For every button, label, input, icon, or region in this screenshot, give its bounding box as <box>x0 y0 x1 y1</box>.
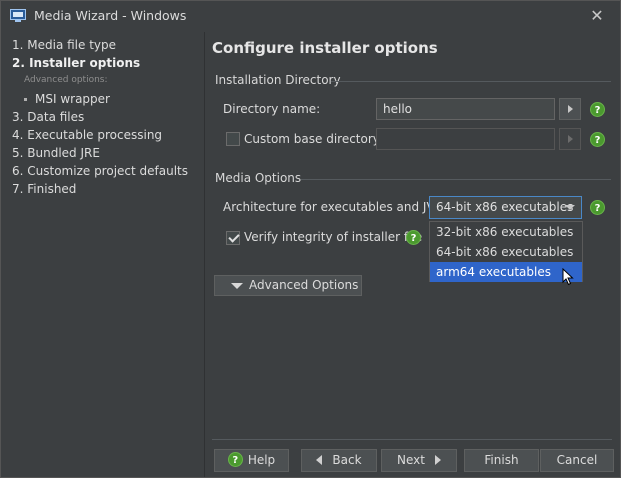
step-executable-processing[interactable]: 4. Executable processing <box>12 128 162 142</box>
arrow-left-icon <box>316 454 323 465</box>
close-icon: ✕ <box>590 6 604 25</box>
cancel-button-label: Cancel <box>556 453 598 467</box>
dropdown-option[interactable]: 64-bit x86 executables <box>430 242 582 262</box>
dropdown-option[interactable]: 32-bit x86 executables <box>430 222 582 242</box>
step-finished[interactable]: 7. Finished <box>12 182 76 196</box>
custom-base-directory-menu-button[interactable] <box>559 128 581 150</box>
play-arrow-icon <box>567 105 573 113</box>
architecture-selected-value: 64-bit x86 executables <box>436 200 574 214</box>
sidebar-divider <box>204 32 205 477</box>
page-title: Configure installer options <box>212 39 438 57</box>
verify-integrity-checkbox[interactable] <box>226 231 240 245</box>
dropdown-option-highlighted[interactable]: arm64 executables <box>430 262 582 282</box>
cancel-button[interactable]: Cancel <box>540 449 614 472</box>
custom-base-directory-input[interactable] <box>376 128 555 150</box>
help-icon[interactable]: ? <box>406 230 421 245</box>
help-icon[interactable]: ? <box>590 102 605 117</box>
next-button-label: Next <box>397 453 425 467</box>
step-media-file-type[interactable]: 1. Media file type <box>12 38 116 52</box>
play-arrow-icon <box>567 135 573 143</box>
back-button[interactable]: Back <box>301 449 377 472</box>
custom-base-directory-label: Custom base directory: <box>244 132 384 146</box>
finish-button-label: Finish <box>484 453 519 467</box>
custom-base-directory-checkbox[interactable] <box>226 132 240 146</box>
mouse-pointer-icon <box>562 268 574 286</box>
arrow-right-icon <box>434 454 441 465</box>
next-button[interactable]: Next <box>381 449 457 472</box>
step-customize-project-defaults[interactable]: 6. Customize project defaults <box>12 164 188 178</box>
bullet-icon <box>24 98 27 101</box>
step-msi-wrapper[interactable]: MSI wrapper <box>24 92 110 106</box>
help-icon: ? <box>227 452 243 467</box>
caret-down-icon <box>231 283 243 289</box>
architecture-combobox[interactable]: 64-bit x86 executables <box>429 196 582 219</box>
help-icon[interactable]: ? <box>590 200 605 215</box>
architecture-dropdown-list: 32-bit x86 executables 64-bit x86 execut… <box>429 221 583 282</box>
close-button[interactable]: ✕ <box>585 6 609 28</box>
section-divider <box>331 81 611 82</box>
step-msi-wrapper-label: MSI wrapper <box>35 92 110 106</box>
finish-button[interactable]: Finish <box>464 449 539 472</box>
directory-name-input[interactable]: hello <box>376 98 555 120</box>
directory-name-menu-button[interactable] <box>559 98 581 120</box>
chevron-down-icon <box>565 205 575 210</box>
app-monitor-icon <box>10 9 26 22</box>
directory-name-label: Directory name: <box>223 102 321 116</box>
window-title: Media Wizard - Windows <box>34 8 187 23</box>
advanced-options-label: Advanced options: <box>24 75 108 85</box>
section-divider <box>301 179 611 180</box>
media-options-heading: Media Options <box>215 171 302 185</box>
help-button-label: Help <box>247 453 276 467</box>
wizard-steps-sidebar: 1. Media file type 2. Installer options … <box>1 32 204 477</box>
media-wizard-window: Media Wizard - Windows ✕ 1. Media file t… <box>0 0 621 478</box>
advanced-options-label: Advanced Options <box>249 278 359 292</box>
installation-directory-heading: Installation Directory <box>215 73 341 87</box>
verify-integrity-label: Verify integrity of installer file <box>244 230 423 244</box>
help-icon[interactable]: ? <box>590 132 605 147</box>
help-button[interactable]: ? Help <box>214 449 289 472</box>
step-bundled-jre[interactable]: 5. Bundled JRE <box>12 146 100 160</box>
step-data-files[interactable]: 3. Data files <box>12 110 84 124</box>
advanced-options-button[interactable]: Advanced Options <box>214 275 362 296</box>
title-bar: Media Wizard - Windows ✕ <box>1 1 620 32</box>
back-button-label: Back <box>332 453 362 467</box>
footer-divider <box>212 439 612 440</box>
step-installer-options[interactable]: 2. Installer options <box>12 56 140 70</box>
architecture-label: Architecture for executables and JVM: <box>223 200 450 214</box>
